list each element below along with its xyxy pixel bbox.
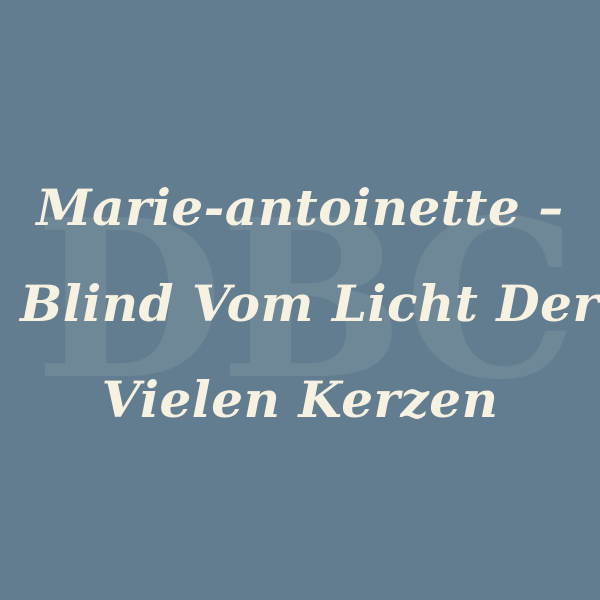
cover-canvas: DBC Marie-antoinette – Blind Vom Licht D… — [0, 0, 600, 600]
title-line-2: Blind Vom Licht Der — [20, 274, 600, 333]
page-title: Marie-antoinette – Blind Vom Licht Der V… — [20, 160, 600, 448]
title-line-1: Marie-antoinette – — [36, 178, 564, 237]
title-line-3: Vielen Kerzen — [101, 370, 499, 429]
